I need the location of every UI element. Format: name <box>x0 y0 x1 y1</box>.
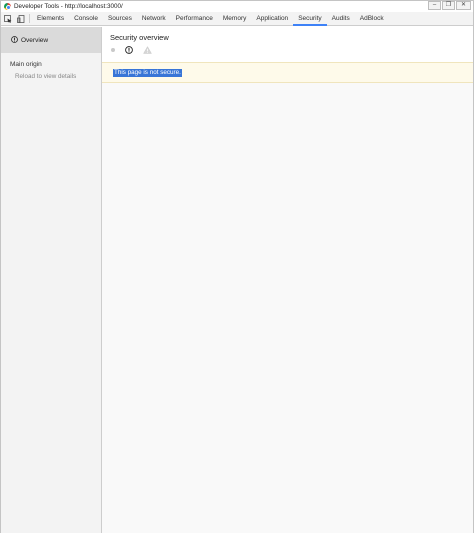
window-controls: – ❐ ✕ <box>428 1 471 10</box>
tab-adblock[interactable]: AdBlock <box>355 12 389 25</box>
inspect-element-icon[interactable] <box>1 12 14 25</box>
restore-button[interactable]: ❐ <box>442 1 455 10</box>
security-state-icons <box>111 46 152 54</box>
tab-elements[interactable]: Elements <box>32 12 69 25</box>
tab-security[interactable]: Security <box>293 12 328 26</box>
secure-indicator-icon <box>111 48 115 52</box>
toolbar-divider <box>29 14 30 23</box>
tab-audits[interactable]: Audits <box>327 12 355 25</box>
tab-network[interactable]: Network <box>137 12 171 25</box>
reload-hint: Reload to view details <box>15 73 77 80</box>
tab-memory[interactable]: Memory <box>218 12 251 25</box>
sidebar-item-label: Overview <box>21 36 49 44</box>
chrome-icon <box>4 3 11 10</box>
sidebar-item-overview[interactable]: Overview <box>1 27 101 53</box>
tab-application[interactable]: Application <box>251 12 293 25</box>
panel-tabs: Elements Console Sources Network Perform… <box>32 12 389 26</box>
security-panel: Security overview This page is not secur… <box>102 27 473 533</box>
warning-icon <box>143 46 152 54</box>
page-title: Security overview <box>110 33 169 42</box>
info-icon <box>125 46 133 54</box>
devtools-window: Developer Tools - http://localhost:3000/… <box>0 0 474 533</box>
tab-performance[interactable]: Performance <box>171 12 218 25</box>
close-button[interactable]: ✕ <box>456 1 471 10</box>
tab-console[interactable]: Console <box>69 12 103 25</box>
security-summary-text: This page is not secure. <box>113 68 182 77</box>
tab-sources[interactable]: Sources <box>103 12 137 25</box>
title-bar: Developer Tools - http://localhost:3000/… <box>1 1 473 12</box>
info-icon <box>11 35 18 45</box>
overview-header: Security overview <box>102 27 473 62</box>
security-summary-banner: This page is not secure. <box>102 62 473 83</box>
window-title: Developer Tools - http://localhost:3000/ <box>14 3 123 10</box>
device-mode-icon[interactable] <box>14 12 27 25</box>
minimize-button[interactable]: – <box>428 1 441 10</box>
devtools-toolbar: Elements Console Sources Network Perform… <box>1 12 473 26</box>
security-sidebar: Overview Main origin Reload to view deta… <box>1 27 102 533</box>
main-origin-heading: Main origin <box>10 61 42 68</box>
